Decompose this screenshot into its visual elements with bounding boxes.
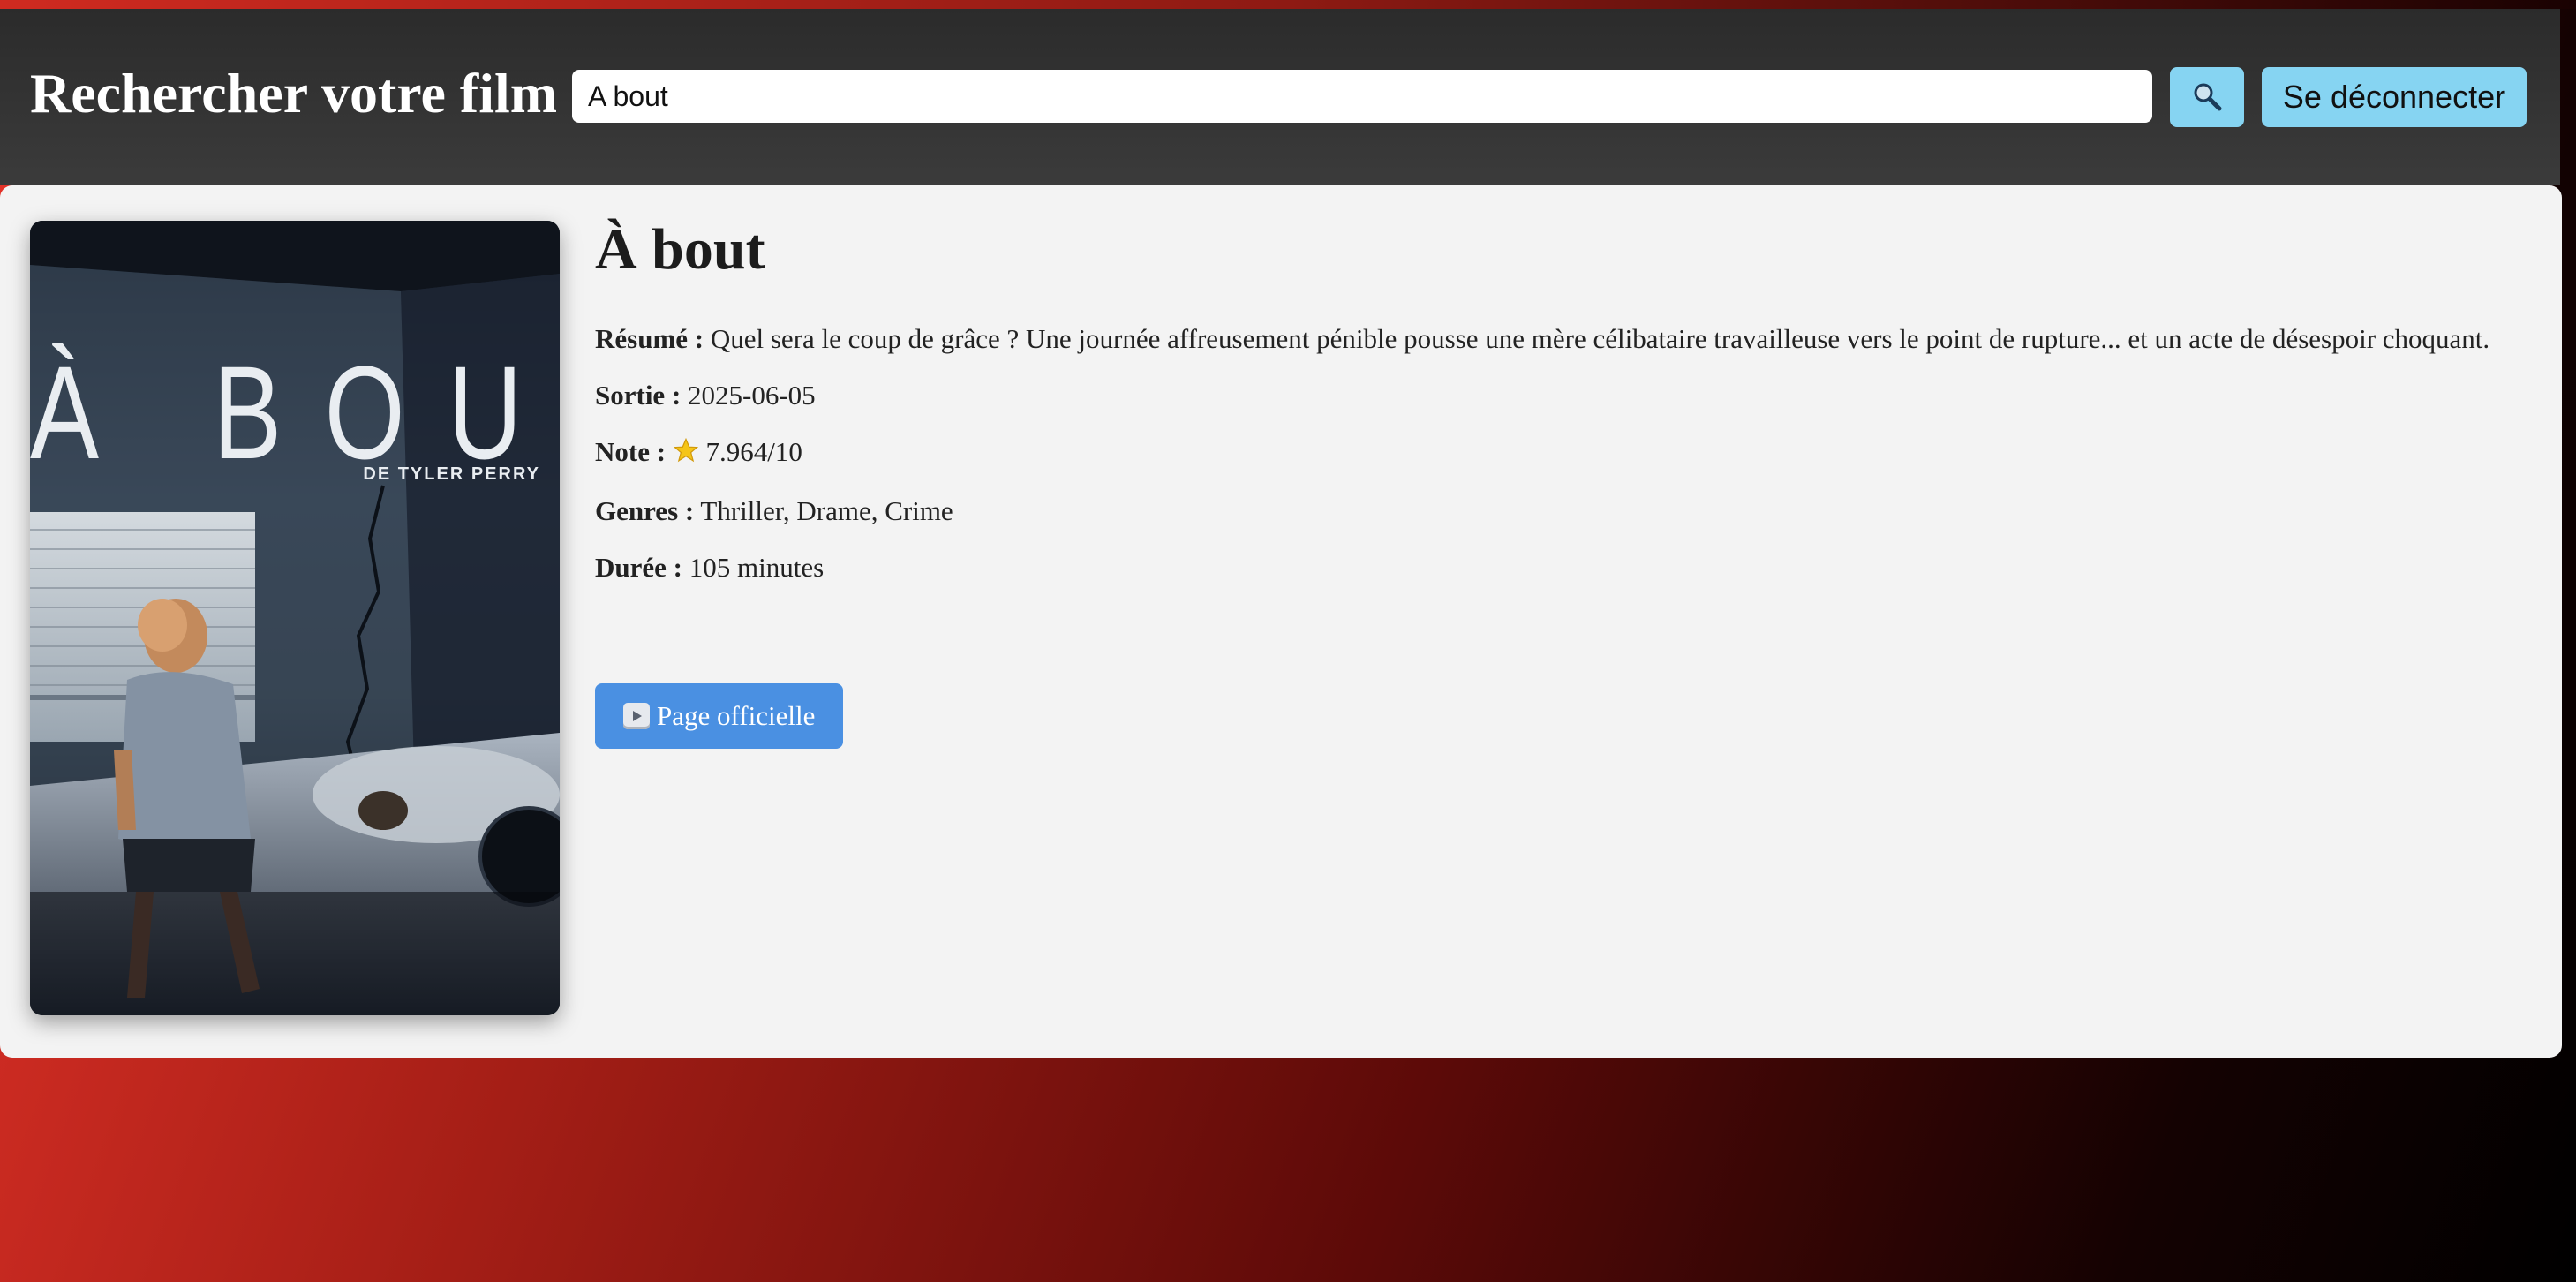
official-page-button[interactable]: Page officielle: [595, 683, 844, 749]
search-button[interactable]: [2170, 67, 2244, 127]
genres-label: Genres :: [595, 494, 695, 526]
official-page-label: Page officielle: [657, 700, 816, 731]
movie-poster: À BOUT DE TYLER PERRY: [30, 221, 560, 1015]
summary-line: Résumé : Quel sera le coup de grâce ? Un…: [595, 318, 2528, 360]
movie-title: À bout: [595, 217, 765, 282]
duration-value: 105 minutes: [689, 551, 825, 583]
star-icon: [673, 434, 699, 476]
duration-label: Durée :: [595, 551, 682, 583]
summary-label: Résumé :: [595, 322, 704, 354]
rating-line: Note : 7.964/10: [595, 431, 2528, 476]
poster-byline: DE TYLER PERRY: [363, 464, 540, 484]
summary-text: Quel sera le coup de grâce ? Une journée…: [710, 322, 2490, 354]
logout-button[interactable]: Se déconnecter: [2262, 67, 2527, 127]
movie-info: À bout Résumé : Quel sera le coup de grâ…: [595, 212, 2528, 589]
magnifier-icon: [2191, 80, 2223, 115]
release-date: 2025-06-05: [688, 379, 816, 411]
poster-title-text: À BOUT: [30, 338, 560, 486]
release-label: Sortie :: [595, 379, 682, 411]
duration-line: Durée : 105 minutes: [595, 547, 2528, 589]
genres-value: Thriller, Drame, Crime: [700, 494, 953, 526]
search-input[interactable]: [572, 70, 2152, 123]
top-header: Rechercher votre film Se déconnecter: [0, 9, 2560, 185]
rating-value: 7.964/10: [705, 435, 802, 467]
genres-line: Genres : Thriller, Drame, Crime: [595, 490, 2528, 532]
page-title: Rechercher votre film: [30, 62, 558, 124]
top-accent-strip: [0, 0, 2576, 9]
release-line: Sortie : 2025-06-05: [595, 374, 2528, 417]
play-button-icon: [623, 703, 650, 729]
rating-label: Note :: [595, 435, 667, 467]
movie-details-panel: À BOUT DE TYLER PERRY À bout Résumé : Qu…: [0, 185, 2562, 1058]
